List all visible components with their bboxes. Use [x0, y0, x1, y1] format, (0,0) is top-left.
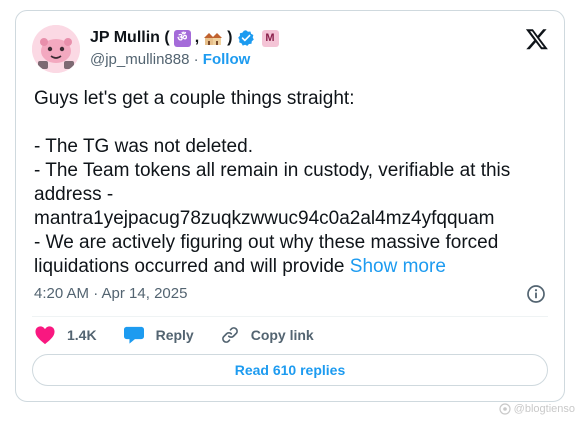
tweet-line: - The Team tokens all remain in custody,…	[34, 160, 511, 181]
tweet-line: liquidations occurred and will provide	[34, 256, 350, 277]
read-replies-button[interactable]: Read 610 replies	[32, 354, 548, 386]
like-button[interactable]: 1.4K	[34, 325, 97, 345]
speech-bubble-icon	[123, 326, 144, 344]
divider	[32, 316, 548, 317]
watermark-text: @blogtienso	[513, 403, 575, 415]
copy-link-button[interactable]: Copy link	[220, 325, 314, 345]
tweet-line: Guys let's get a couple things straight:	[34, 88, 355, 109]
follow-button[interactable]: Follow	[203, 51, 251, 68]
tweet-card: JP Mullin ( ॐ , ) M @jp_mullin888 · Foll…	[15, 10, 565, 402]
tweet-line: mantra1yejpacug78zuqkzwwuc94c0a2al4mz4yf…	[34, 208, 495, 229]
author-handle[interactable]: @jp_mullin888	[90, 51, 189, 68]
like-count: 1.4K	[67, 327, 97, 343]
author-name-row[interactable]: JP Mullin ( ॐ , ) M	[90, 27, 279, 49]
avatar-image	[32, 25, 80, 73]
info-icon[interactable]	[526, 284, 546, 304]
x-logo-icon[interactable]	[525, 27, 549, 51]
tweet-line-last: liquidations occurred and will provide S…	[34, 255, 549, 279]
author-handle-row: @jp_mullin888 · Follow	[90, 51, 250, 68]
avatar[interactable]	[32, 25, 80, 73]
houses-emoji	[204, 33, 223, 45]
tweet-line: - We are actively figuring out why these…	[34, 232, 499, 253]
author-name-close: )	[227, 29, 233, 46]
author-display-name[interactable]: JP Mullin (	[90, 29, 170, 47]
tweet-line: address -	[34, 184, 114, 205]
reply-button[interactable]: Reply	[123, 325, 194, 345]
tweet-line	[34, 111, 549, 135]
tweet-line: - The TG was not deleted.	[34, 136, 253, 157]
reply-label: Reply	[155, 327, 194, 343]
tweet-timestamp[interactable]: 4:20 AM · Apr 14, 2025	[34, 285, 187, 302]
handle-separator: ·	[193, 51, 199, 68]
verified-badge-icon	[237, 30, 254, 46]
author-name-separator: ,	[194, 29, 200, 46]
tweet-text: Guys let's get a couple things straight:…	[34, 87, 549, 279]
affiliate-m-badge[interactable]: M	[261, 29, 279, 47]
copy-link-label: Copy link	[250, 327, 314, 343]
heart-icon	[35, 326, 55, 345]
show-more-link[interactable]: Show more	[350, 256, 446, 277]
om-symbol-emoji: ॐ	[173, 29, 191, 47]
watermark: @blogtienso	[499, 403, 575, 415]
action-bar: 1.4K Reply Copy link	[34, 323, 340, 347]
link-icon	[221, 327, 238, 343]
watermark-logo-icon	[499, 403, 511, 415]
